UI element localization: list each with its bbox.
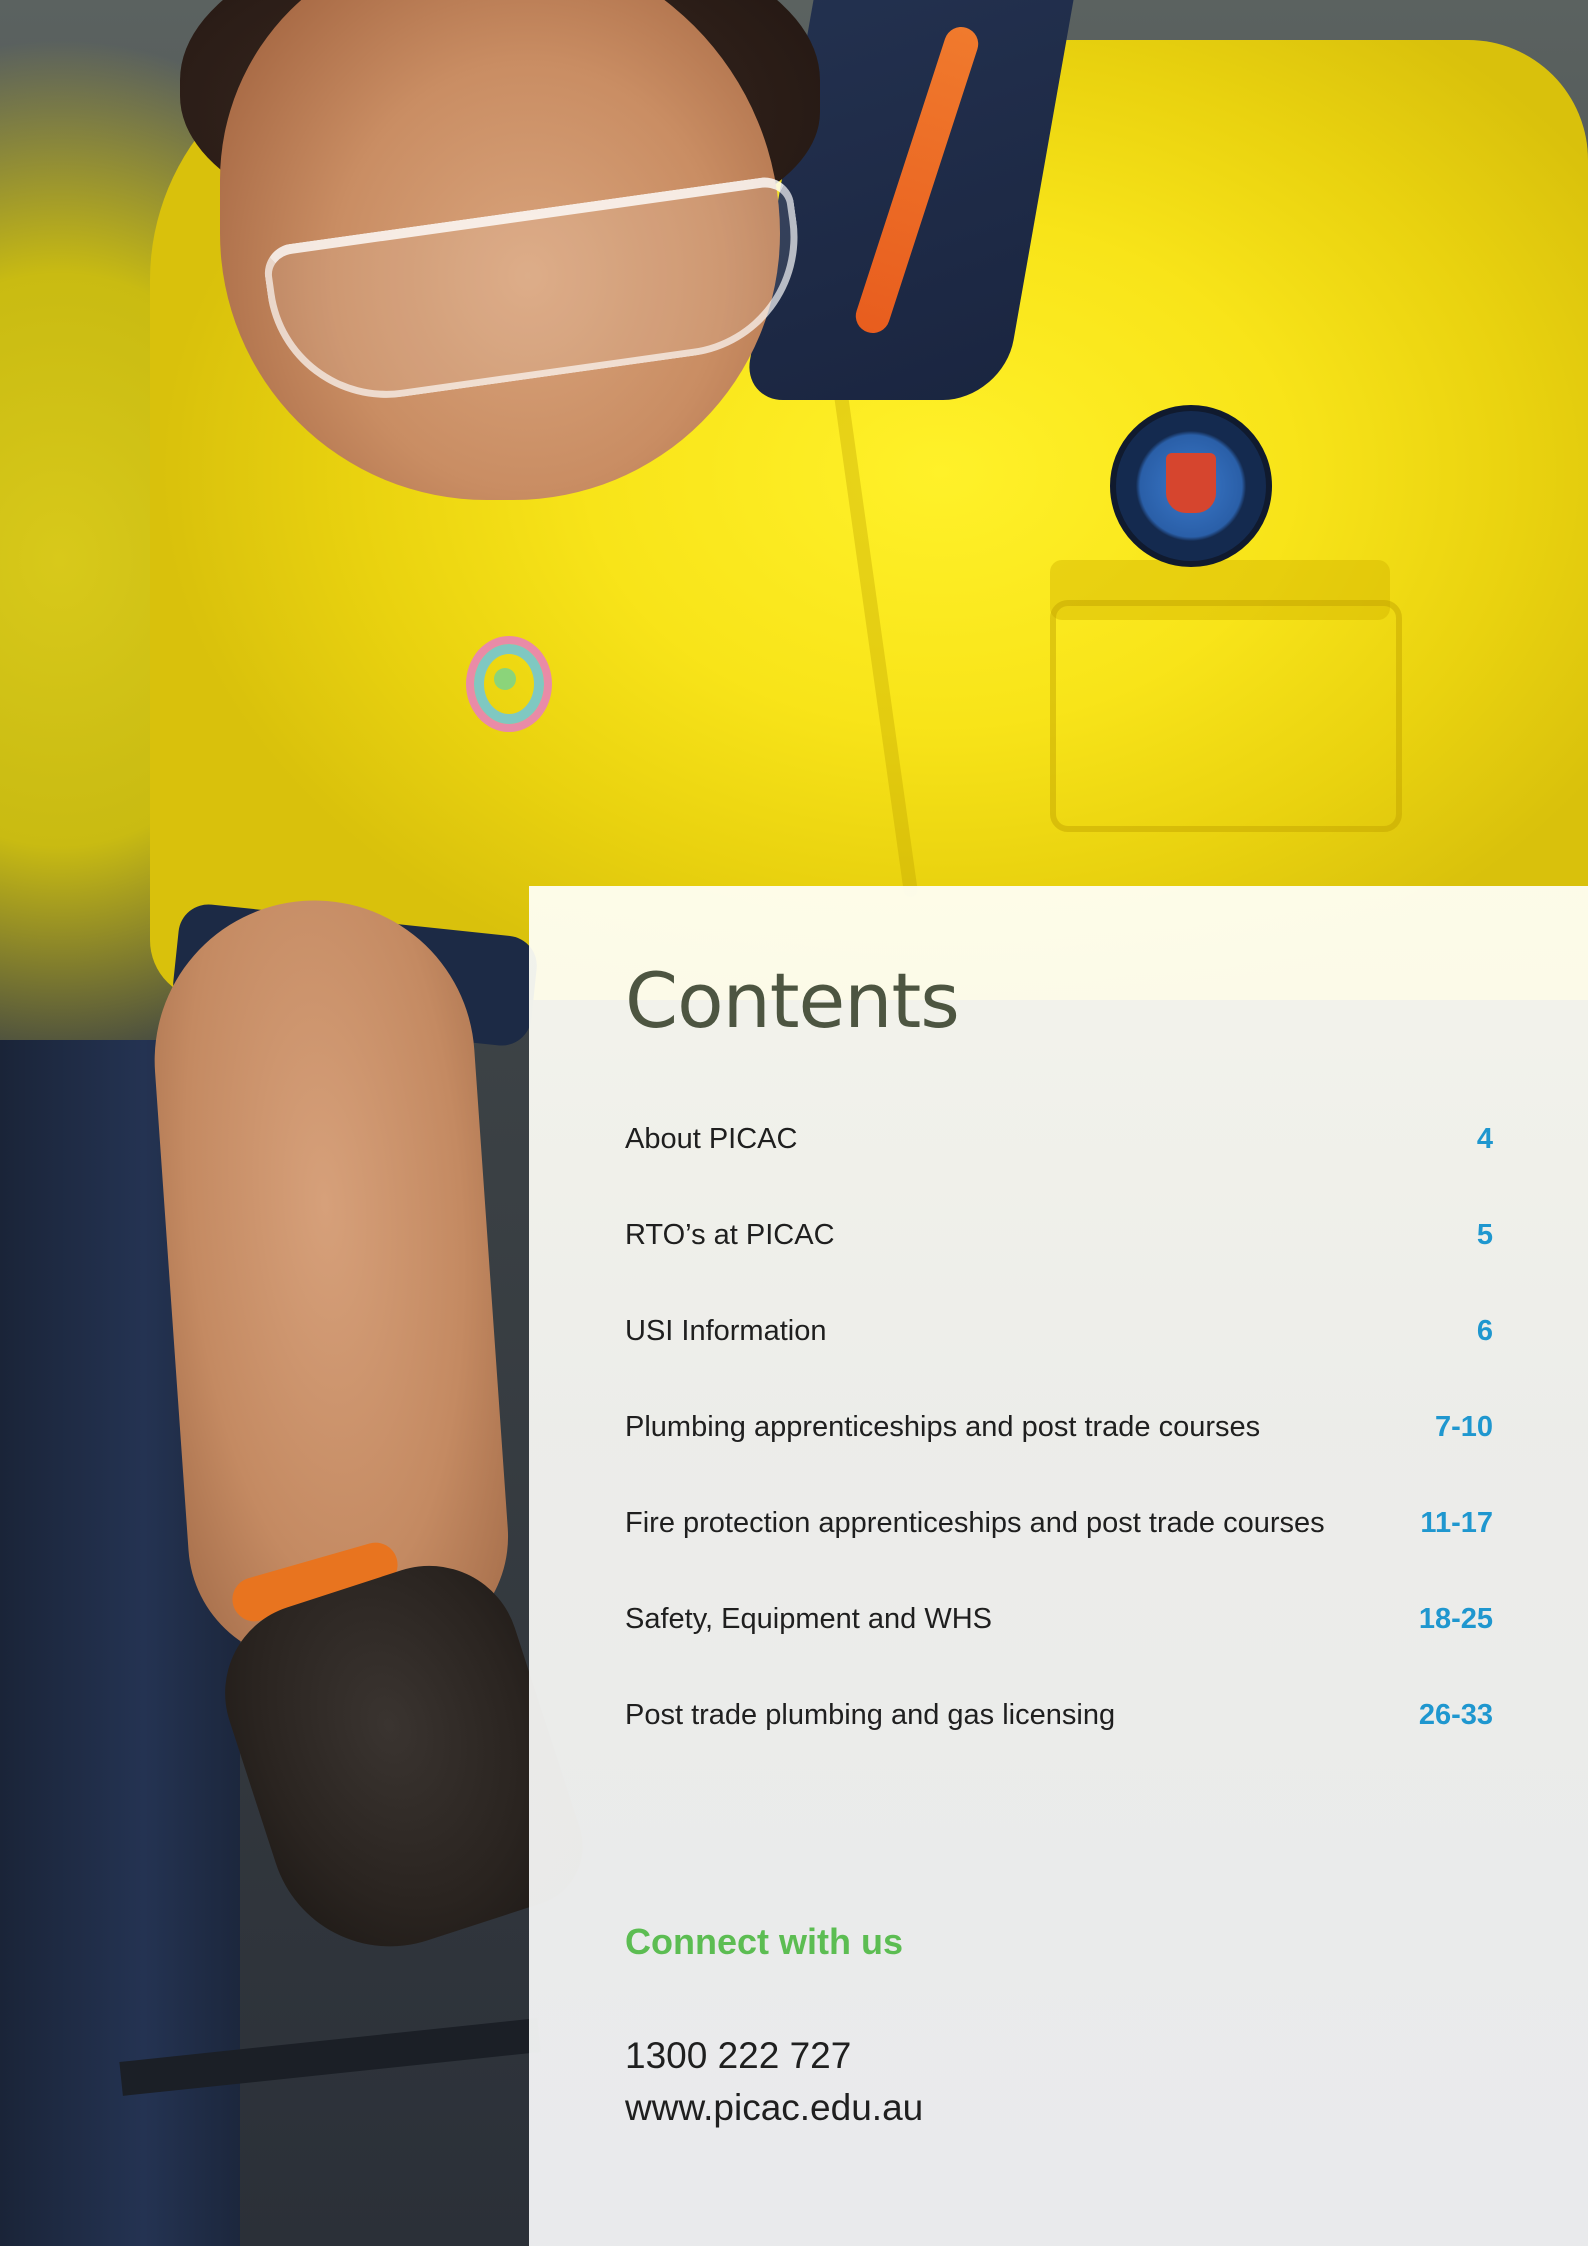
toc-item-label: Safety, Equipment and WHS: [625, 1603, 992, 1635]
toc-item-page: 4: [1476, 1123, 1493, 1155]
toc-item-label: Fire protection apprenticeships and post…: [625, 1507, 1325, 1539]
toc-item[interactable]: Plumbing apprenticeships and post trade …: [625, 1410, 1493, 1506]
toc-item[interactable]: USI Information 6: [625, 1314, 1493, 1410]
toc-item-label: Post trade plumbing and gas licensing: [625, 1699, 1116, 1731]
toc-item-label: Plumbing apprenticeships and post trade …: [625, 1411, 1261, 1443]
website-link[interactable]: www.picac.edu.au: [625, 2082, 923, 2134]
toc-item[interactable]: Safety, Equipment and WHS 18-25: [625, 1602, 1493, 1698]
photo-arm: [143, 889, 517, 1671]
contents-title: Contents: [625, 956, 960, 1045]
toc-item-label: About PICAC: [625, 1123, 798, 1155]
toc-item[interactable]: Post trade plumbing and gas licensing 26…: [625, 1698, 1493, 1794]
toc-item-page: 5: [1476, 1219, 1493, 1251]
toc-item-page: 18-25: [1418, 1603, 1493, 1635]
toc-item-page: 6: [1476, 1315, 1493, 1347]
contact-details: 1300 222 727 www.picac.edu.au: [625, 2030, 923, 2134]
toc-item[interactable]: RTO’s at PICAC 5: [625, 1218, 1493, 1314]
table-of-contents: About PICAC 4 RTO’s at PICAC 5 USI Infor…: [625, 1122, 1493, 1794]
toc-item-page: 26-33: [1418, 1699, 1493, 1731]
toc-item-label: USI Information: [625, 1315, 827, 1347]
phone-number[interactable]: 1300 222 727: [625, 2030, 923, 2082]
toc-item[interactable]: About PICAC 4: [625, 1122, 1493, 1218]
connect-heading: Connect with us: [625, 1921, 903, 1962]
contents-panel: Contents About PICAC 4 RTO’s at PICAC 5 …: [529, 886, 1588, 2246]
photo-shirt-pocket: [1050, 600, 1402, 832]
toc-item-page: 7-10: [1434, 1411, 1493, 1443]
union-badge-icon: [1110, 405, 1272, 567]
toc-item[interactable]: Fire protection apprenticeships and post…: [625, 1506, 1493, 1602]
toc-item-page: 11-17: [1420, 1507, 1493, 1539]
toc-item-label: RTO’s at PICAC: [625, 1219, 835, 1251]
